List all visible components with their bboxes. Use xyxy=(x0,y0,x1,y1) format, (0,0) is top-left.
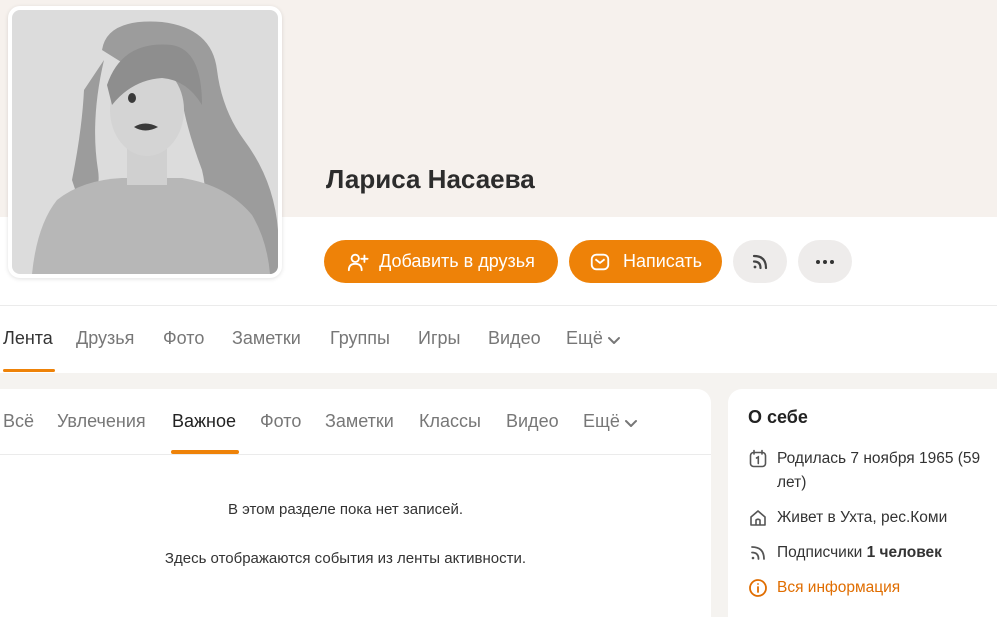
feed-tab-notes[interactable]: Заметки xyxy=(325,411,394,432)
birthday-text-line1: Родилась 7 ноября 1965 (59 xyxy=(777,450,981,467)
nav-item-photos[interactable]: Фото xyxy=(163,328,204,349)
add-friend-icon xyxy=(347,251,369,273)
feed-filter-tabs: Всё Увлечения Важное Фото Заметки Классы… xyxy=(0,389,711,455)
feed-tab-hobbies[interactable]: Увлечения xyxy=(57,411,146,432)
write-message-button[interactable]: Написать xyxy=(569,240,722,283)
subscribers-label: Подписчики xyxy=(777,544,863,561)
feed-tab-likes[interactable]: Классы xyxy=(419,411,481,432)
feed-tab-active-indicator xyxy=(171,450,239,454)
location-text: Живет в Ухта, рес.Коми xyxy=(777,509,948,526)
all-info-link[interactable]: Вся информация xyxy=(748,576,900,600)
nav-more-label: Ещё xyxy=(566,328,603,348)
chevron-down-icon xyxy=(607,329,621,350)
profile-name: Лариса Насаева xyxy=(326,164,535,194)
add-friend-button[interactable]: Добавить в друзья xyxy=(324,240,558,283)
avatar-placeholder-image xyxy=(12,10,278,274)
nav-item-video[interactable]: Видео xyxy=(488,328,541,349)
home-icon xyxy=(748,508,768,528)
about-location: Живет в Ухта, рес.Коми xyxy=(748,506,947,530)
rss-icon xyxy=(750,252,770,272)
about-subscribers[interactable]: Подписчики 1 человек xyxy=(748,541,942,565)
feed-tab-video[interactable]: Видео xyxy=(506,411,559,432)
nav-item-friends[interactable]: Друзья xyxy=(76,328,134,349)
about-title: О себе xyxy=(748,407,808,427)
add-friend-label: Добавить в друзья xyxy=(379,251,535,271)
feed-more-label: Ещё xyxy=(583,411,620,431)
rss-icon xyxy=(748,543,768,563)
empty-feed-message: В этом разделе пока нет записей. xyxy=(227,501,464,518)
avatar[interactable] xyxy=(8,6,282,278)
nav-item-feed[interactable]: Лента xyxy=(3,328,53,349)
feed-tab-photos[interactable]: Фото xyxy=(260,411,301,432)
nav-item-groups[interactable]: Группы xyxy=(330,328,390,349)
more-actions-button[interactable] xyxy=(798,240,852,283)
profile-nav: Лента Друзья Фото Заметки Группы Игры Ви… xyxy=(0,306,997,373)
nav-item-more[interactable]: Ещё xyxy=(566,328,621,350)
nav-item-games[interactable]: Игры xyxy=(418,328,460,349)
birthday-text-line2: лет) xyxy=(777,474,807,491)
calendar-icon xyxy=(748,449,768,469)
subscribers-count: 1 человек xyxy=(866,544,942,561)
write-message-label: Написать xyxy=(622,251,703,271)
about-card: О себе Родилась 7 ноября 1965 (59 лет) Ж… xyxy=(728,389,997,617)
chevron-down-icon xyxy=(624,412,638,433)
feed-tab-more[interactable]: Ещё xyxy=(583,411,638,433)
more-icon xyxy=(815,259,835,265)
feed-card: Всё Увлечения Важное Фото Заметки Классы… xyxy=(0,389,711,617)
nav-active-indicator xyxy=(3,369,55,372)
feed-tab-all[interactable]: Всё xyxy=(3,411,34,432)
feed-tab-important[interactable]: Важное xyxy=(172,411,236,432)
subscribe-button[interactable] xyxy=(733,240,787,283)
empty-feed-hint: Здесь отображаются события из ленты акти… xyxy=(164,550,527,567)
info-icon xyxy=(748,578,768,598)
nav-item-notes[interactable]: Заметки xyxy=(232,328,301,349)
mail-icon xyxy=(589,251,611,273)
about-birthday: Родилась 7 ноября 1965 (59 лет) xyxy=(748,447,980,495)
all-info-label: Вся информация xyxy=(777,579,901,596)
